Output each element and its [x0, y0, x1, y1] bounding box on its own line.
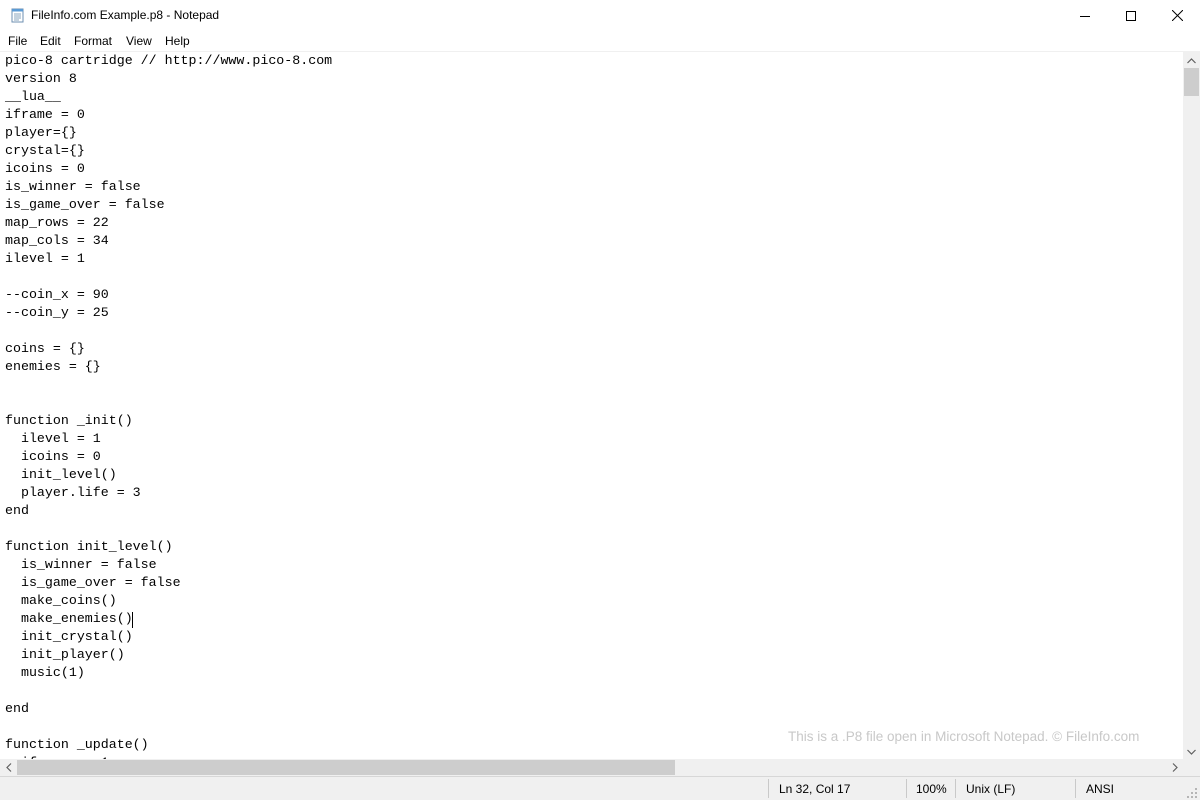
- resize-grip-icon[interactable]: [1186, 786, 1198, 798]
- code-line[interactable]: ilevel = 1: [5, 430, 332, 448]
- chevron-down-icon: [1187, 742, 1196, 760]
- code-line[interactable]: version 8: [5, 70, 332, 88]
- code-line[interactable]: is_game_over = false: [5, 196, 332, 214]
- code-line[interactable]: [5, 268, 332, 286]
- code-line[interactable]: init_crystal(): [5, 628, 332, 646]
- menu-bar: File Edit Format View Help: [0, 31, 1200, 51]
- notepad-window: FileInfo.com Example.p8 - Notepad File E…: [0, 0, 1200, 800]
- code-line[interactable]: icoins = 0: [5, 160, 332, 178]
- code-line[interactable]: __lua__: [5, 88, 332, 106]
- line-ending: Unix (LF): [966, 782, 1016, 796]
- minimize-icon: [1080, 11, 1090, 21]
- code-line[interactable]: function _update(): [5, 736, 332, 754]
- code-line[interactable]: pico-8 cartridge // http://www.pico-8.co…: [5, 52, 332, 70]
- scrollbar-corner: [1183, 759, 1200, 776]
- scroll-up-button[interactable]: [1183, 51, 1200, 68]
- code-line[interactable]: function _init(): [5, 412, 332, 430]
- menu-view[interactable]: View: [126, 34, 152, 48]
- code-line[interactable]: [5, 322, 332, 340]
- code-line[interactable]: iframe = 0: [5, 106, 332, 124]
- code-line[interactable]: [5, 394, 332, 412]
- minimize-button[interactable]: [1062, 0, 1108, 31]
- code-line[interactable]: is_game_over = false: [5, 574, 332, 592]
- code-line[interactable]: is_winner = false: [5, 556, 332, 574]
- code-line[interactable]: player.life = 3: [5, 484, 332, 502]
- code-line[interactable]: crystal={}: [5, 142, 332, 160]
- vertical-scroll-thumb[interactable]: [1184, 68, 1199, 96]
- code-line[interactable]: [5, 520, 332, 538]
- text-caret: [132, 612, 133, 628]
- code-line[interactable]: make_enemies(): [5, 610, 332, 628]
- code-line[interactable]: function init_level(): [5, 538, 332, 556]
- close-button[interactable]: [1154, 0, 1200, 31]
- code-line[interactable]: map_cols = 34: [5, 232, 332, 250]
- code-line[interactable]: player={}: [5, 124, 332, 142]
- code-line[interactable]: map_rows = 22: [5, 214, 332, 232]
- notepad-icon: [10, 7, 26, 23]
- code-line[interactable]: icoins = 0: [5, 448, 332, 466]
- code-line[interactable]: coins = {}: [5, 340, 332, 358]
- scroll-right-button[interactable]: [1166, 759, 1183, 776]
- menu-format[interactable]: Format: [74, 34, 112, 48]
- code-line[interactable]: --coin_x = 90: [5, 286, 332, 304]
- vertical-scrollbar[interactable]: [1183, 51, 1200, 759]
- maximize-button[interactable]: [1108, 0, 1154, 31]
- scroll-down-button[interactable]: [1183, 742, 1200, 759]
- horizontal-scroll-thumb[interactable]: [17, 760, 675, 775]
- title-bar[interactable]: FileInfo.com Example.p8 - Notepad: [0, 0, 1200, 31]
- chevron-left-icon: [5, 759, 12, 777]
- code-line[interactable]: init_level(): [5, 466, 332, 484]
- code-line[interactable]: init_player(): [5, 646, 332, 664]
- cursor-position: Ln 32, Col 17: [779, 782, 851, 796]
- text-editor[interactable]: pico-8 cartridge // http://www.pico-8.co…: [0, 51, 1183, 759]
- code-line[interactable]: enemies = {}: [5, 358, 332, 376]
- menu-edit[interactable]: Edit: [40, 34, 61, 48]
- code-line[interactable]: is_winner = false: [5, 178, 332, 196]
- code-line[interactable]: music(1): [5, 664, 332, 682]
- menu-file[interactable]: File: [8, 34, 27, 48]
- code-line[interactable]: --coin_y = 25: [5, 304, 332, 322]
- code-line[interactable]: ilevel = 1: [5, 250, 332, 268]
- code-line[interactable]: end: [5, 700, 332, 718]
- close-icon: [1171, 10, 1183, 21]
- code-line[interactable]: [5, 682, 332, 700]
- chevron-right-icon: [1172, 759, 1178, 777]
- horizontal-scrollbar[interactable]: [0, 759, 1183, 776]
- status-divider: [1075, 779, 1076, 798]
- code-line[interactable]: [5, 376, 332, 394]
- status-divider: [768, 779, 769, 798]
- status-divider: [906, 779, 907, 798]
- menu-help[interactable]: Help: [165, 34, 190, 48]
- code-line[interactable]: [5, 718, 332, 736]
- encoding: ANSI: [1086, 782, 1115, 796]
- code-line[interactable]: end: [5, 502, 332, 520]
- scroll-left-button[interactable]: [0, 759, 17, 776]
- status-bar: Ln 32, Col 17 100% Unix (LF) ANSI: [0, 776, 1200, 800]
- watermark-text: This is a .P8 file open in Microsoft Not…: [788, 729, 1140, 744]
- window-title: FileInfo.com Example.p8 - Notepad: [31, 8, 220, 22]
- status-divider: [955, 779, 956, 798]
- chevron-up-icon: [1187, 51, 1196, 69]
- editor-content[interactable]: pico-8 cartridge // http://www.pico-8.co…: [5, 52, 332, 759]
- zoom-level: 100%: [916, 782, 947, 796]
- code-line[interactable]: make_coins(): [5, 592, 332, 610]
- maximize-icon: [1126, 10, 1136, 21]
